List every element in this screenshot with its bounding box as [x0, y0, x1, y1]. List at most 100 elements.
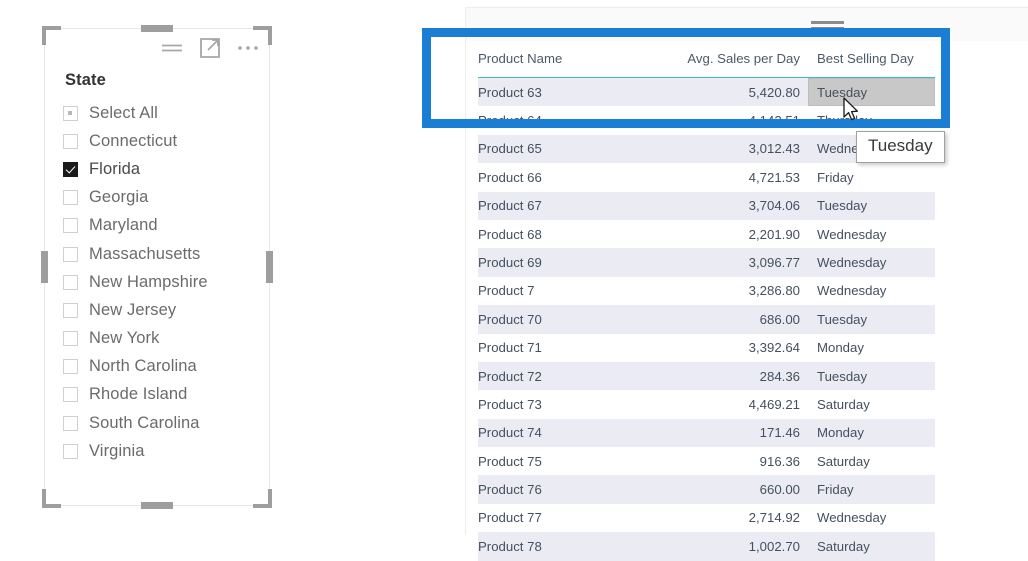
cell-best-selling-day[interactable]: Saturday [808, 532, 935, 561]
slicer-item-south-carolina[interactable]: South Carolina [63, 409, 259, 437]
cell-avg-sales[interactable]: 3,286.80 [650, 277, 808, 305]
checkbox-unchecked-icon[interactable] [63, 415, 78, 431]
checkbox-unchecked-icon[interactable] [63, 359, 78, 375]
slicer-item-maryland[interactable]: Maryland [63, 212, 259, 240]
checkbox-unchecked-icon[interactable] [63, 387, 78, 403]
cell-best-selling-day[interactable]: Saturday [808, 447, 935, 475]
slicer-item-new-jersey[interactable]: New Jersey [63, 296, 259, 324]
cell-product-name[interactable]: Product 69 [478, 248, 650, 277]
table-row[interactable]: Product 70 686.00 Tuesday [478, 305, 935, 334]
table-row[interactable]: Product 68 2,201.90 Wednesday [478, 220, 935, 248]
table-row[interactable]: Product 78 1,002.70 Saturday [478, 532, 935, 561]
resize-handle-bottom-left[interactable] [42, 489, 61, 508]
cell-avg-sales[interactable]: 2,714.92 [650, 504, 808, 532]
cell-avg-sales[interactable]: 2,201.90 [650, 220, 808, 248]
cell-avg-sales[interactable]: 4,142.51 [650, 106, 808, 134]
slicer-item-select-all[interactable]: Select All [63, 99, 259, 127]
checkbox-unchecked-icon[interactable] [63, 246, 78, 262]
cell-product-name[interactable]: Product 77 [478, 504, 650, 532]
checkbox-unchecked-icon[interactable] [63, 190, 78, 206]
cell-avg-sales[interactable]: 5,420.80 [650, 77, 808, 107]
checkbox-unchecked-icon[interactable] [63, 274, 78, 290]
cell-avg-sales[interactable]: 916.36 [650, 447, 808, 475]
cell-avg-sales[interactable]: 284.36 [650, 361, 808, 391]
cell-product-name[interactable]: Product 75 [478, 447, 650, 475]
cell-product-name[interactable]: Product 71 [478, 334, 650, 362]
cell-avg-sales[interactable]: 3,704.06 [650, 191, 808, 220]
checkbox-unchecked-icon[interactable] [63, 302, 78, 318]
cell-best-selling-day[interactable]: Wednesday [808, 220, 935, 248]
table-row[interactable]: Product 67 3,704.06 Tuesday [478, 191, 935, 220]
cell-avg-sales[interactable]: 3,392.64 [650, 334, 808, 362]
cell-avg-sales[interactable]: 660.00 [650, 475, 808, 504]
cell-product-name[interactable]: Product 76 [478, 475, 650, 504]
cell-best-selling-day[interactable]: Wednesday [808, 277, 935, 305]
cell-product-name[interactable]: Product 68 [478, 220, 650, 248]
filter-lines-icon[interactable] [159, 35, 185, 61]
cell-avg-sales[interactable]: 4,721.53 [650, 163, 808, 191]
cell-product-name[interactable]: Product 66 [478, 163, 650, 191]
table-row[interactable]: Product 75 916.36 Saturday [478, 447, 935, 475]
cell-best-selling-day[interactable]: Tuesday [808, 305, 935, 334]
table-row[interactable]: Product 72 284.36 Tuesday [478, 361, 935, 391]
cell-best-selling-day[interactable]: Tuesday [808, 77, 935, 107]
checkbox-unchecked-icon[interactable] [63, 331, 78, 347]
column-header-product-name[interactable]: Product Name [478, 41, 650, 78]
resize-handle-top[interactable] [141, 25, 173, 32]
cell-product-name[interactable]: Product 74 [478, 418, 650, 448]
cell-best-selling-day[interactable]: Monday [808, 334, 935, 362]
cell-product-name[interactable]: Product 63 [478, 77, 650, 107]
product-table-visual[interactable]: Product Name Avg. Sales per Day Best Sel… [465, 7, 1028, 561]
slicer-item-north-carolina[interactable]: North Carolina [63, 353, 259, 381]
cell-avg-sales[interactable]: 686.00 [650, 305, 808, 334]
cell-avg-sales[interactable]: 1,002.70 [650, 532, 808, 561]
cell-best-selling-day[interactable]: Wednesday [808, 504, 935, 532]
table-row[interactable]: Product 77 2,714.92 Wednesday [478, 504, 935, 532]
cell-product-name[interactable]: Product 64 [478, 106, 650, 134]
cell-avg-sales[interactable]: 3,012.43 [650, 134, 808, 164]
cell-best-selling-day[interactable]: Tuesday [808, 361, 935, 391]
column-header-best-day[interactable]: Best Selling Day [808, 41, 935, 78]
cell-best-selling-day[interactable]: Monday [808, 418, 935, 448]
checkbox-unchecked-icon[interactable] [63, 218, 78, 234]
cell-product-name[interactable]: Product 73 [478, 390, 650, 418]
table-row[interactable]: Product 7 3,286.80 Wednesday [478, 277, 935, 305]
slicer-item-massachusetts[interactable]: Massachusetts [63, 240, 259, 268]
table-row[interactable]: Product 76 660.00 Friday [478, 475, 935, 504]
slicer-item-georgia[interactable]: Georgia [63, 184, 259, 212]
cell-avg-sales[interactable]: 171.46 [650, 418, 808, 448]
checkbox-partial-icon[interactable] [63, 105, 78, 121]
table-row[interactable]: Product 63 5,420.80 Tuesday [478, 77, 935, 107]
slicer-item-florida[interactable]: Florida [63, 155, 259, 183]
slicer-item-rhode-island[interactable]: Rhode Island [63, 381, 259, 409]
checkbox-checked-icon[interactable] [63, 161, 78, 177]
resize-handle-right[interactable] [266, 251, 273, 283]
cell-product-name[interactable]: Product 78 [478, 532, 650, 561]
table-row[interactable]: Product 66 4,721.53 Friday [478, 163, 935, 191]
cell-avg-sales[interactable]: 3,096.77 [650, 248, 808, 277]
cell-best-selling-day[interactable]: Tuesday [808, 191, 935, 220]
state-slicer-visual[interactable]: State Select All Connecticut Florida Georgi… [41, 25, 273, 509]
cell-product-name[interactable]: Product 65 [478, 134, 650, 164]
table-row[interactable]: Product 71 3,392.64 Monday [478, 334, 935, 362]
resize-handle-bottom-right[interactable] [253, 489, 272, 508]
cell-product-name[interactable]: Product 7 [478, 277, 650, 305]
cell-product-name[interactable]: Product 72 [478, 361, 650, 391]
column-header-avg-sales[interactable]: Avg. Sales per Day [650, 41, 808, 78]
cell-avg-sales[interactable]: 4,469.21 [650, 390, 808, 418]
table-row[interactable]: Product 74 171.46 Monday [478, 418, 935, 448]
slicer-item-virginia[interactable]: Virginia [63, 437, 259, 465]
table-row[interactable]: Product 73 4,469.21 Saturday [478, 390, 935, 418]
resize-handle-top-left[interactable] [42, 26, 61, 45]
cell-best-selling-day[interactable]: Saturday [808, 390, 935, 418]
cell-best-selling-day[interactable]: Friday [808, 163, 935, 191]
resize-handle-left[interactable] [41, 251, 48, 283]
cell-product-name[interactable]: Product 67 [478, 191, 650, 220]
table-row[interactable]: Product 69 3,096.77 Wednesday [478, 248, 935, 277]
checkbox-unchecked-icon[interactable] [63, 133, 78, 149]
resize-handle-top-right[interactable] [253, 26, 272, 45]
slicer-item-connecticut[interactable]: Connecticut [63, 127, 259, 155]
focus-mode-icon[interactable] [197, 35, 223, 61]
resize-handle-bottom[interactable] [141, 502, 173, 509]
cell-best-selling-day[interactable]: Friday [808, 475, 935, 504]
